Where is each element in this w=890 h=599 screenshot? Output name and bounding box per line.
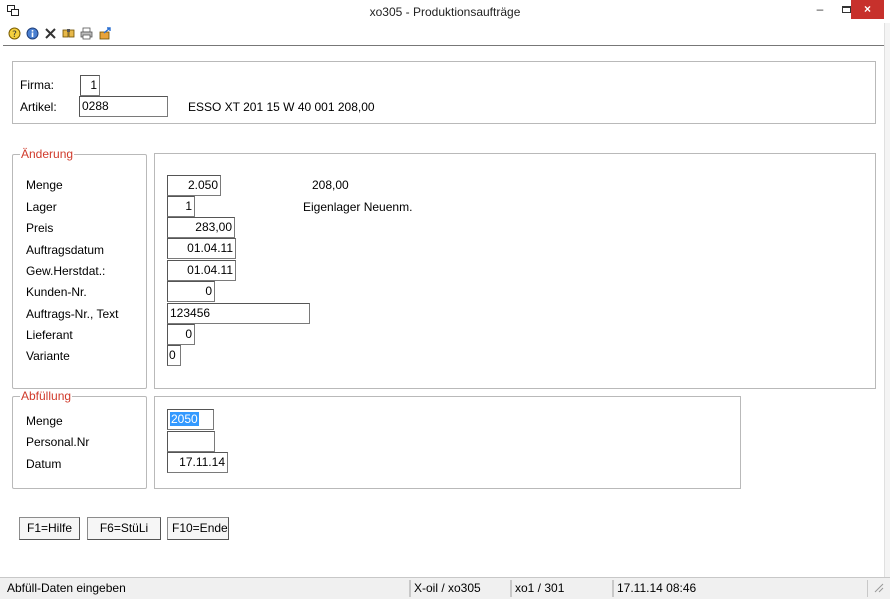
window-edge xyxy=(884,23,890,578)
auftragsdatum-label: Auftragsdatum xyxy=(26,243,105,257)
info-icon[interactable] xyxy=(26,27,39,40)
aenderung-panel xyxy=(154,153,876,389)
herstdat-label: Gew.Herstdat.: xyxy=(26,264,106,278)
kunden-label: Kunden-Nr. xyxy=(26,285,87,299)
minimize-button[interactable]: – xyxy=(807,0,833,19)
preis-input[interactable]: 283,00 xyxy=(167,217,235,238)
kunden-input[interactable]: 0 xyxy=(167,281,215,302)
artikel-description: ESSO XT 201 15 W 40 001 208,00 xyxy=(188,100,375,114)
search-icon[interactable] xyxy=(62,27,75,40)
preis-label: Preis xyxy=(26,221,54,235)
lieferant-input[interactable]: 0 xyxy=(167,324,195,345)
window-title: xo305 - Produktionsaufträge xyxy=(369,5,521,19)
status-datetime: 17.11.14 08:46 xyxy=(613,580,868,597)
f1-help-button[interactable]: F1=Hilfe xyxy=(19,517,80,540)
artikel-label: Artikel: xyxy=(20,100,57,114)
delete-icon[interactable] xyxy=(44,27,57,40)
datum-input[interactable]: 17.11.14 xyxy=(167,452,228,473)
status-app: X-oil / xo305 xyxy=(410,580,511,597)
status-bar: Abfüll-Daten eingeben X-oil / xo305 xo1 … xyxy=(0,577,890,599)
lieferant-label: Lieferant xyxy=(26,328,73,342)
abfuell-menge-selection: 2050 xyxy=(170,412,199,426)
lager-input[interactable]: 1 xyxy=(167,196,195,217)
menge-label: Menge xyxy=(26,178,63,192)
title-bar: xo305 - Produktionsaufträge – × xyxy=(0,0,890,23)
svg-text:?: ? xyxy=(12,30,17,40)
print-icon[interactable] xyxy=(80,27,93,40)
abfuell-menge-label: Menge xyxy=(26,414,63,428)
maximize-icon xyxy=(841,6,851,13)
abfuell-menge-input[interactable]: 2050 xyxy=(167,409,214,430)
close-button[interactable]: × xyxy=(851,0,884,19)
menge-info: 208,00 xyxy=(312,178,349,192)
personal-input[interactable] xyxy=(167,431,215,452)
auftragsdatum-input[interactable]: 01.04.11 xyxy=(167,238,236,259)
artikel-input[interactable]: 0288 xyxy=(79,96,168,117)
toolbar: ? xyxy=(0,23,890,46)
help-icon[interactable]: ? xyxy=(8,27,21,40)
auftragsnr-label: Auftrags-Nr., Text xyxy=(26,307,119,321)
abfuellung-legend: Abfüllung xyxy=(20,389,73,403)
aenderung-legend: Änderung xyxy=(20,147,75,161)
menge-input[interactable]: 2.050 xyxy=(167,175,221,196)
f10-exit-button[interactable]: F10=Ende xyxy=(167,517,229,540)
auftragsnr-input[interactable]: 123456 xyxy=(167,303,310,324)
firma-label: Firma: xyxy=(20,78,54,92)
datum-label: Datum xyxy=(26,457,62,471)
herstdat-input[interactable]: 01.04.11 xyxy=(167,260,236,281)
lager-label: Lager xyxy=(26,200,57,214)
status-user: xo1 / 301 xyxy=(511,580,613,597)
export-icon[interactable] xyxy=(99,27,112,40)
personal-label: Personal.Nr xyxy=(26,435,90,449)
abfuellung-panel xyxy=(154,396,741,489)
status-message: Abfüll-Daten eingeben xyxy=(4,580,410,597)
resize-grip-icon[interactable] xyxy=(872,581,886,595)
variante-input[interactable]: 0 xyxy=(167,345,181,366)
f6-stueli-button[interactable]: F6=StüLi xyxy=(87,517,161,540)
lager-info: Eigenlager Neuenm. xyxy=(303,200,413,214)
toolbar-separator xyxy=(3,45,884,46)
variante-label: Variante xyxy=(26,349,70,363)
firma-input[interactable]: 1 xyxy=(80,75,100,96)
